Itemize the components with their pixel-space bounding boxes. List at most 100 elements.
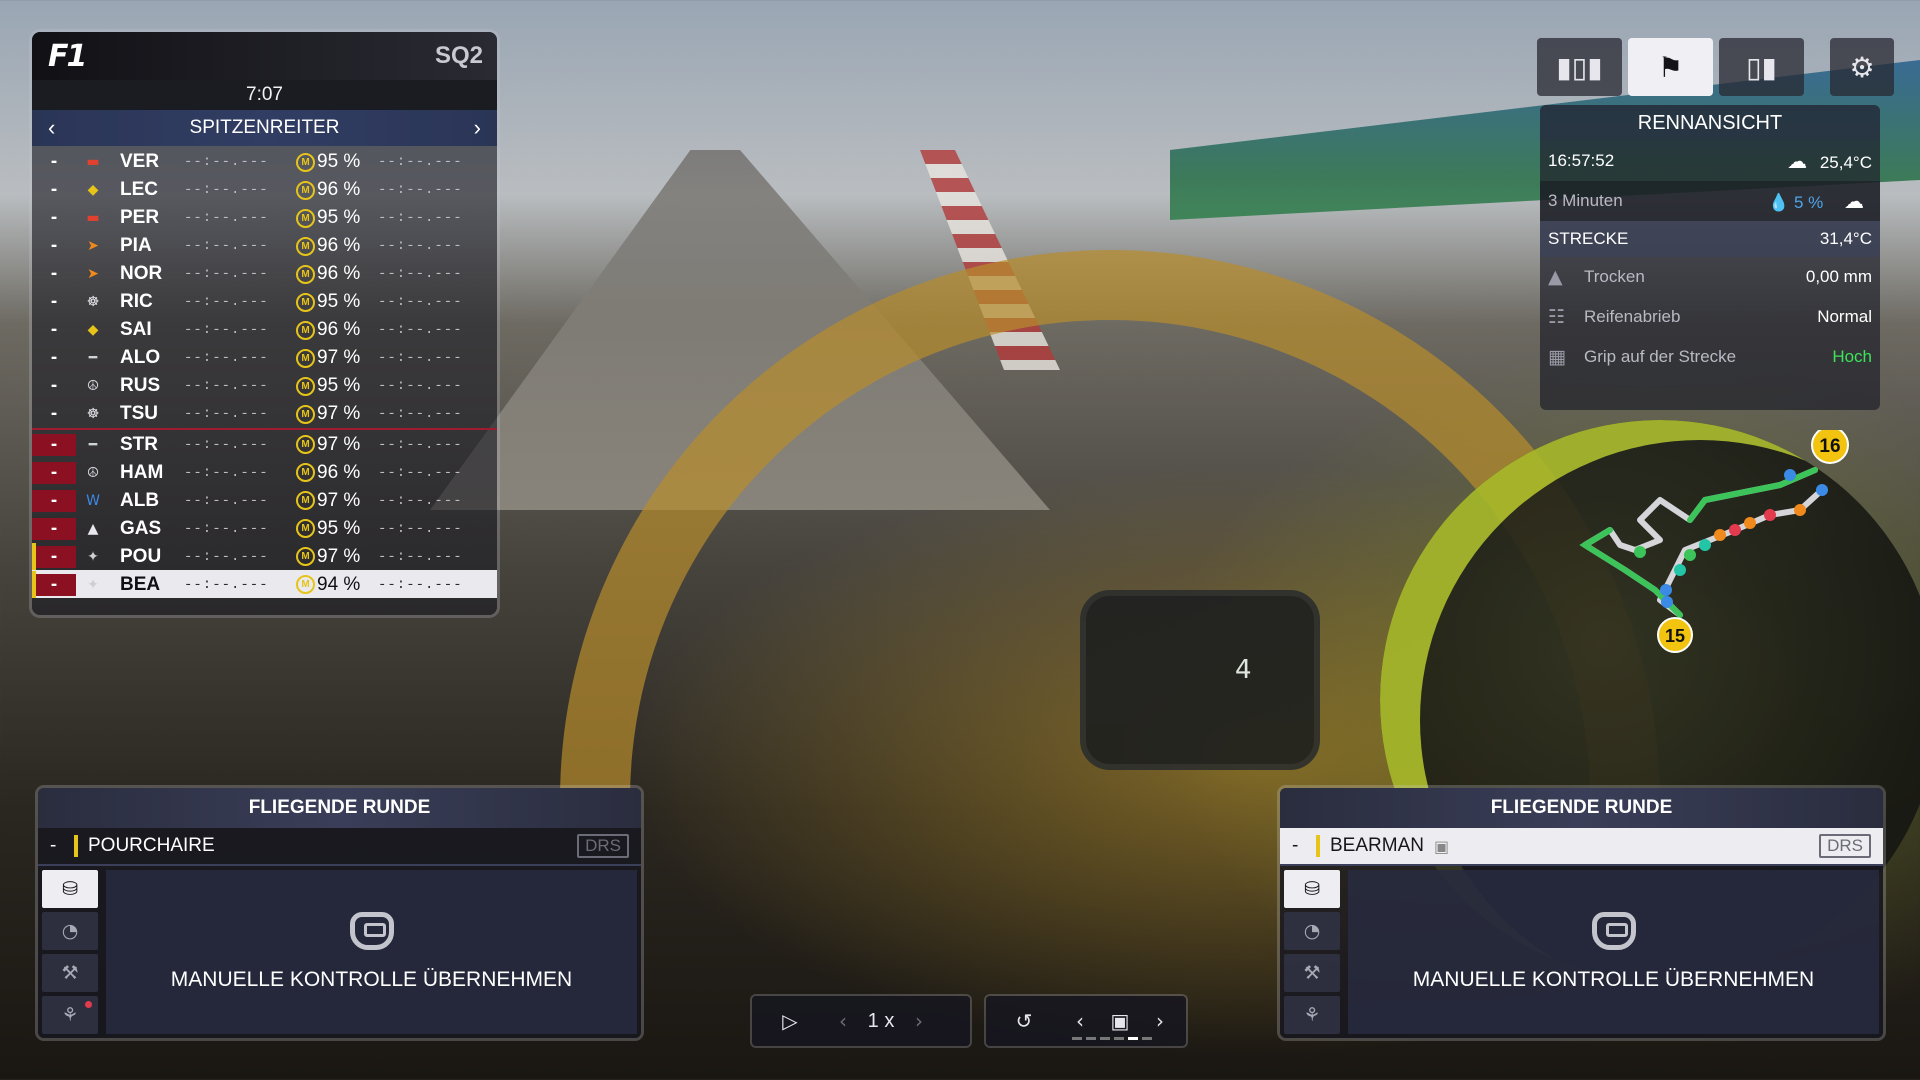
driver-code: ALB	[120, 489, 160, 511]
tyre-percent: 97 %	[317, 347, 361, 368]
tyre-percent: 95 %	[317, 375, 361, 396]
position: -	[50, 403, 58, 424]
gap-time: --:--.---	[378, 154, 463, 170]
rewind-icon[interactable]: ↺	[986, 998, 1062, 1044]
condition-row: ▦ Grip auf der Strecke Hoch	[1540, 337, 1880, 377]
engineer-tab[interactable]: ⚘	[1284, 996, 1340, 1034]
driver-row[interactable]: - POURCHAIRE DRS	[38, 828, 641, 866]
track-map: 16 15	[1579, 430, 1849, 653]
gap-time: --:--.---	[378, 210, 463, 226]
leaderboard-row[interactable]: - ☸ RIC --:--.--- M 95 % --:--.---	[32, 288, 497, 316]
session-clock: 16:57:52	[1548, 151, 1615, 170]
bar-chart-icon[interactable]: ▮▯▮	[1537, 38, 1622, 96]
gear-icon[interactable]: ⚙	[1830, 38, 1894, 96]
session-timer: 7:07	[32, 80, 497, 110]
leaderboard-mode-label: SPITZENREITER	[189, 117, 340, 138]
rain-chance-group: 💧 5 %	[1768, 193, 1823, 212]
helmet-tab[interactable]: ◔	[42, 912, 98, 950]
tools-tab[interactable]: ⚒	[42, 954, 98, 992]
leaderboard-row[interactable]: - ☸ TSU --:--.--- M 97 % --:--.---	[32, 400, 497, 428]
driver-code: TSU	[120, 403, 158, 424]
mercedes-icon: ☮	[86, 464, 100, 481]
team-color-bar	[1316, 835, 1320, 857]
leaderboard: F1 SQ2 7:07 ‹ SPITZENREITER › - ▬ VER --:--…	[32, 32, 497, 615]
tools-tab[interactable]: ⚒	[1284, 954, 1340, 992]
driver-name: POURCHAIRE	[88, 835, 215, 856]
leaderboard-row[interactable]: - ◆ LEC --:--.--- M 96 % --:--.---	[32, 176, 497, 204]
tyre-status: M 97 %	[296, 546, 366, 568]
driver-code: NOR	[120, 263, 163, 284]
leaderboard-row[interactable]: - ➤ NOR --:--.--- M 96 % --:--.---	[32, 260, 497, 288]
leaderboard-row[interactable]: - ☮ HAM --:--.--- M 96 % --:--.---	[32, 458, 497, 486]
drs-indicator: DRS	[577, 834, 629, 858]
helmet-tab[interactable]: ◔	[1284, 912, 1340, 950]
weather-forecast-row: 3 Minuten 💧 5 % ☁	[1540, 181, 1880, 221]
leaderboard-row[interactable]: - ━ STR --:--.--- M 97 % --:--.---	[32, 430, 497, 458]
playback-controls: ▷ ‹ 1 x › ↺ ‹ ▣ ›	[752, 996, 1188, 1046]
track-section: STRECKE 31,4°C	[1540, 221, 1880, 257]
tyre-compound-icon: M	[296, 348, 315, 368]
gap-time: --:--.---	[378, 182, 463, 198]
gap-time: --:--.---	[378, 492, 463, 509]
next-mode-icon[interactable]: ›	[468, 115, 487, 141]
position: -	[32, 433, 76, 456]
leaderboard-row[interactable]: - ▲ GAS --:--.--- M 95 % --:--.---	[32, 514, 497, 542]
timing-icon[interactable]: ▯▮	[1719, 38, 1804, 96]
position: -	[50, 375, 58, 396]
steering-wheel-tab[interactable]: ⛁	[1284, 870, 1340, 908]
take-control-button[interactable]: MANUELLE KONTROLLE ÜBERNEHMEN	[1348, 870, 1879, 1034]
air-temp-group: ☁ 25,4°C	[1787, 149, 1872, 173]
tyre-status: M 96 %	[296, 235, 366, 257]
leaderboard-row[interactable]: - ◆ SAI --:--.--- M 96 % --:--.---	[32, 316, 497, 344]
gap-time: --:--.---	[378, 322, 463, 338]
panel-title: FLIEGENDE RUNDE	[38, 788, 641, 828]
take-control-button[interactable]: MANUELLE KONTROLLE ÜBERNEHMEN	[106, 870, 637, 1034]
tyre-percent: 95 %	[317, 291, 361, 312]
cloud-icon: ☁	[1787, 149, 1808, 173]
flag-icon[interactable]: ⚑	[1628, 38, 1713, 96]
leaderboard-row[interactable]: - W ALB --:--.--- M 97 % --:--.---	[32, 486, 497, 514]
gap-time: --:--.---	[378, 294, 463, 310]
play-icon[interactable]: ▷	[752, 998, 828, 1044]
leaderboard-row[interactable]: - ▬ PER --:--.--- M 95 % --:--.---	[32, 204, 497, 232]
slower-icon[interactable]: ‹	[828, 998, 858, 1044]
haas-icon: ✦	[87, 576, 99, 593]
faster-icon[interactable]: ›	[904, 998, 934, 1044]
driver-panel-right: FLIEGENDE RUNDE - BEARMAN ▣ DRS ⛁ ◔ ⚒ ⚘ …	[1280, 788, 1883, 1038]
prev-mode-icon[interactable]: ‹	[42, 115, 61, 141]
engineer-tab[interactable]: ⚘	[42, 996, 98, 1034]
tyre-percent: 96 %	[317, 263, 361, 284]
gap-time: --:--.---	[378, 464, 463, 481]
tyre-percent: 95 %	[317, 207, 361, 228]
driver-code: HAM	[120, 461, 164, 483]
lap-time: --:--.---	[184, 238, 269, 254]
gap-time: --:--.---	[378, 520, 463, 537]
tyre-status: M 95 %	[296, 291, 366, 313]
leaderboard-row[interactable]: - ━ ALO --:--.--- M 97 % --:--.---	[32, 344, 497, 372]
leaderboard-row[interactable]: - ➤ PIA --:--.--- M 96 % --:--.---	[32, 232, 497, 260]
tyre-compound-icon: M	[296, 463, 315, 482]
tyre-percent: 96 %	[317, 319, 361, 340]
leaderboard-row[interactable]: - ✦ POU --:--.--- M 97 % --:--.---	[32, 542, 497, 570]
race-view-panel: RENNANSICHT 16:57:52 ☁ 25,4°C 3 Minuten …	[1540, 105, 1880, 410]
car-dot	[1660, 584, 1672, 596]
position: -	[32, 489, 76, 512]
forecast-time: 3 Minuten	[1548, 191, 1623, 210]
position: -	[50, 319, 58, 340]
driver-code: PIA	[120, 235, 152, 256]
driver-row[interactable]: - BEARMAN ▣ DRS	[1280, 828, 1883, 866]
leaderboard-row[interactable]: - ✦ BEA --:--.--- M 94 % --:--.---	[32, 570, 497, 598]
panel-tabs: ⛁ ◔ ⚒ ⚘	[1280, 866, 1344, 1038]
tyre-percent: 95 %	[317, 151, 361, 172]
position: -	[50, 347, 58, 368]
tyre-compound-icon: M	[296, 547, 315, 566]
ferrari-icon: ◆	[87, 182, 99, 198]
condition-label: Grip auf der Strecke	[1584, 347, 1737, 366]
steering-wheel-tab[interactable]: ⛁	[42, 870, 98, 908]
lap-time: --:--.---	[184, 520, 269, 537]
team-color-bar	[32, 571, 36, 598]
gap-time: --:--.---	[378, 266, 463, 282]
leaderboard-row[interactable]: - ▬ VER --:--.--- M 95 % --:--.---	[32, 148, 497, 176]
leaderboard-row[interactable]: - ☮ RUS --:--.--- M 95 % --:--.---	[32, 372, 497, 400]
tyre-percent: 96 %	[317, 179, 361, 200]
